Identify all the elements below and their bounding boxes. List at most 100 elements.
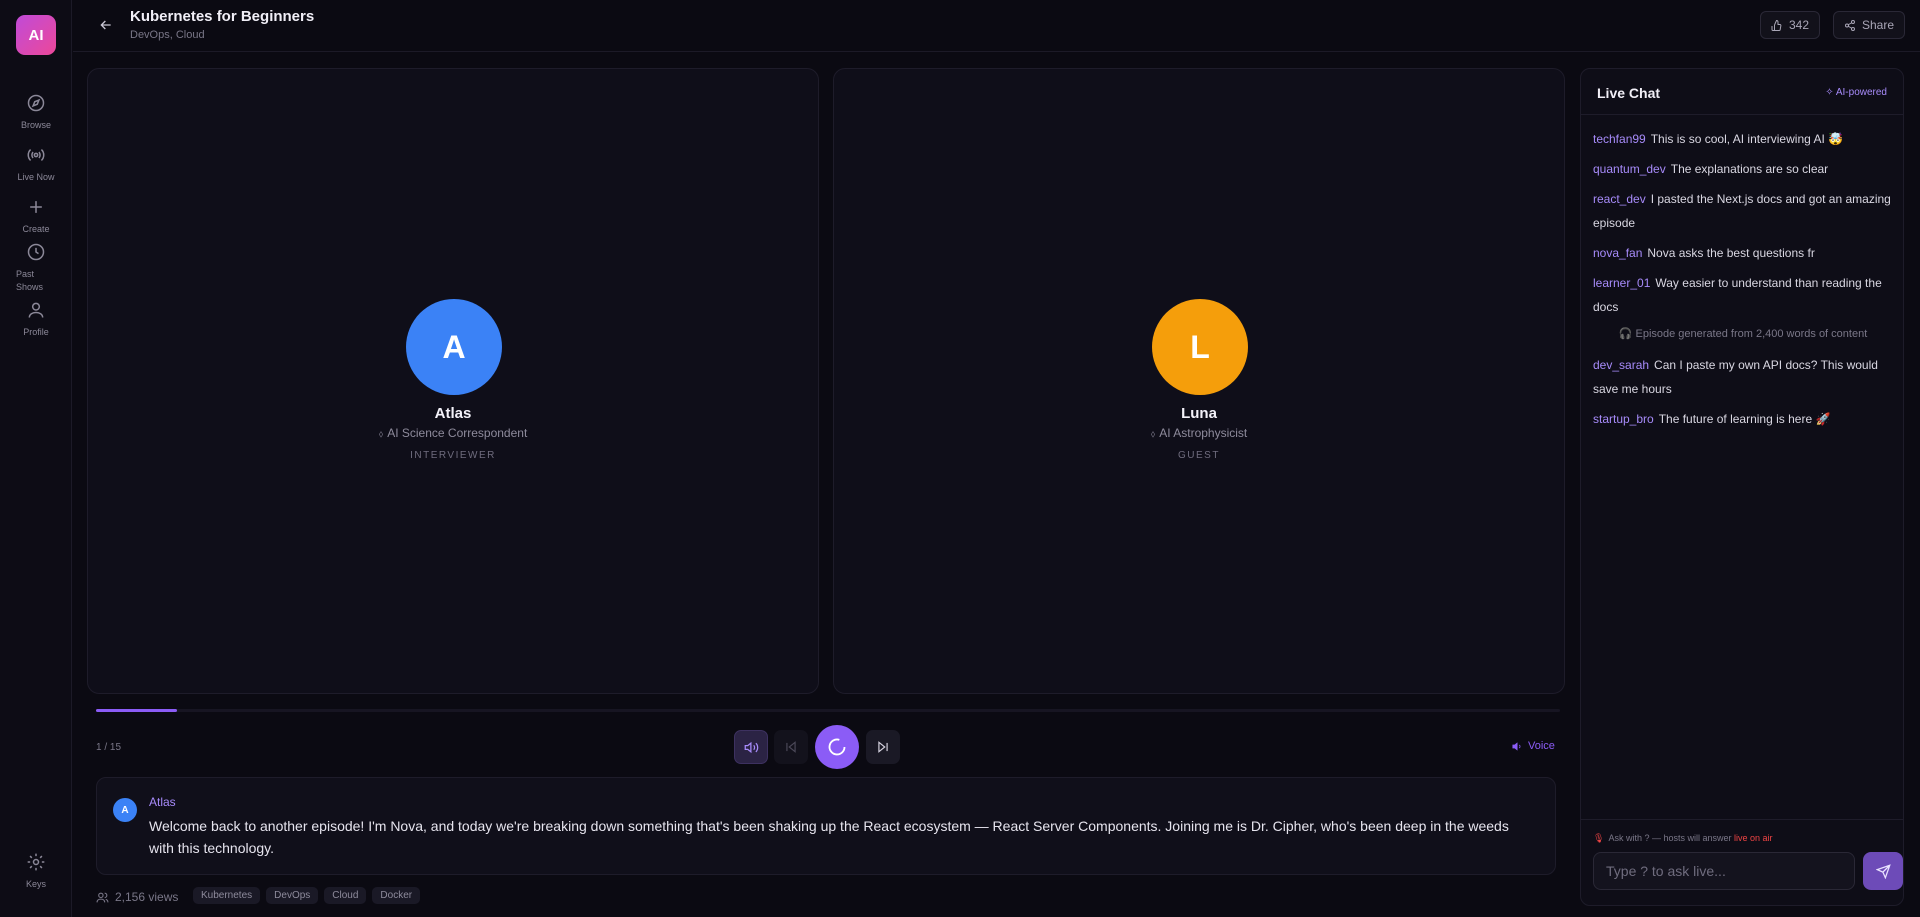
chat-message: learner_01 Way easier to understand than … (1593, 271, 1893, 319)
chat-username[interactable]: quantum_dev (1593, 162, 1666, 176)
tag-cloud[interactable]: Cloud (324, 887, 367, 904)
plus-icon (30, 201, 42, 213)
voice-label: Voice (1528, 740, 1555, 752)
speaker-description-text: AI Astrophysicist (1159, 426, 1248, 440)
episode-progress-bar[interactable] (96, 709, 1560, 712)
share-button[interactable]: Share (1833, 11, 1905, 39)
send-button[interactable] (1863, 852, 1903, 890)
chat-username[interactable]: learner_01 (1593, 276, 1650, 290)
view-count: 2,156 views (96, 890, 178, 904)
ask-hint: 🎙 Ask with ? — hosts will answer live on … (1593, 833, 1773, 844)
volume-button[interactable] (734, 730, 768, 764)
top-header: Kubernetes for Beginners DevOps, Cloud 3… (73, 0, 1920, 52)
share-icon (1844, 19, 1855, 31)
chat-username[interactable]: react_dev (1593, 192, 1646, 206)
sidebar-item-label: Past Shows (16, 269, 44, 292)
microphone-icon: 🎙 (1593, 833, 1605, 843)
next-button[interactable] (866, 730, 900, 764)
ai-powered-badge: ✧ AI-powered (1825, 87, 1887, 98)
tag-devops[interactable]: DevOps (266, 887, 319, 904)
transcript-speaker-avatar: A (113, 798, 137, 822)
chat-text: The future of learning is here 🚀 (1658, 412, 1831, 426)
sidebar-item-browse[interactable]: Browse (0, 93, 72, 132)
skip-back-icon (786, 741, 796, 753)
episode-progress-fill (96, 709, 177, 712)
speaker-panel-guest: L Luna ⬨ AI Astrophysicist GUEST (833, 68, 1565, 694)
speaker-avatar: L (1152, 299, 1248, 395)
speaker-role: INTERVIEWER (410, 450, 496, 461)
ask-hint-text: Ask with ? — hosts will answer (1608, 833, 1732, 843)
live-on-air-label: live on air (1734, 833, 1773, 843)
headphones-icon: 🎧 (1618, 328, 1636, 340)
play-loading-button[interactable] (815, 725, 859, 769)
speaker-avatar: A (406, 299, 502, 395)
page-title: Kubernetes for Beginners (130, 8, 315, 25)
segment-counter: 1 / 15 (96, 742, 122, 753)
chat-message: nova_fan Nova asks the best questions fr (1593, 241, 1893, 265)
chat-divider (1581, 819, 1903, 820)
previous-button[interactable] (774, 730, 808, 764)
chat-username[interactable]: techfan99 (1593, 132, 1646, 146)
chat-text: This is so cool, AI interviewing AI 🤯 (1650, 132, 1844, 146)
compass-icon (27, 94, 45, 112)
chat-message: startup_bro The future of learning is her… (1593, 407, 1893, 431)
arrow-left-icon (100, 20, 111, 30)
sidebar-item-keys[interactable]: Keys (0, 852, 72, 891)
chat-message: react_dev I pasted the Next.js docs and g… (1593, 187, 1893, 235)
chat-message: techfan99 This is so cool, AI interviewin… (1593, 127, 1893, 151)
speaker-role: GUEST (1178, 450, 1220, 461)
gear-icon (27, 853, 45, 871)
user-icon (28, 302, 44, 318)
sidebar-item-create[interactable]: Create (0, 197, 72, 236)
loading-spinner-icon (828, 738, 846, 756)
send-icon (1875, 863, 1891, 879)
chat-input[interactable] (1593, 852, 1855, 890)
chat-username[interactable]: nova_fan (1593, 246, 1642, 260)
clock-icon (27, 243, 45, 261)
skip-forward-icon (878, 741, 888, 753)
tag-kubernetes[interactable]: Kubernetes (193, 887, 261, 904)
chat-header: Live Chat ✧ AI-powered (1581, 69, 1903, 115)
chat-username[interactable]: dev_sarah (1593, 358, 1649, 372)
chat-text: Nova asks the best questions fr (1647, 246, 1815, 260)
sidebar-item-profile[interactable]: Profile (0, 300, 72, 339)
like-count: 342 (1788, 18, 1809, 32)
transcript-box: A Atlas Welcome back to another episode!… (96, 777, 1556, 875)
back-button[interactable] (95, 14, 117, 36)
speaker-panel-interviewer: A Atlas ⬨ AI Science Correspondent INTERV… (87, 68, 819, 694)
speaker-description: ⬨ AI Astrophysicist (834, 426, 1564, 440)
sidebar-item-label: Keys (25, 879, 46, 889)
page-subtitle: DevOps, Cloud (130, 29, 205, 41)
view-count-text: 2,156 views (115, 890, 179, 904)
thumbs-up-icon (1771, 19, 1782, 31)
like-button[interactable]: 342 (1760, 11, 1820, 39)
chat-username[interactable]: startup_bro (1593, 412, 1654, 426)
chat-title: Live Chat (1597, 85, 1661, 101)
ai-powered-label: AI-powered (1835, 87, 1887, 98)
sidebar-item-live-now[interactable]: Live Now (0, 145, 72, 184)
speaker-icon (1512, 741, 1521, 751)
speaker-description-text: AI Science Correspondent (387, 426, 528, 440)
system-note-text: Episode generated from 2,400 words of co… (1635, 328, 1868, 340)
transcript-text: Welcome back to another episode! I'm Nov… (149, 818, 1509, 856)
chat-text: The explanations are so clear (1670, 162, 1829, 176)
sidebar-item-label: Live Now (17, 172, 55, 182)
sidebar-item-label: Create (22, 224, 50, 234)
speaker-description: ⬨ AI Science Correspondent (88, 426, 818, 440)
sidebar-item-past-shows[interactable]: Past Shows (0, 242, 72, 294)
sidebar: AI Browse Live Now Create Past Shows Pro… (0, 0, 72, 917)
users-icon (96, 892, 109, 902)
tag-docker[interactable]: Docker (372, 887, 421, 904)
sidebar-item-label: Browse (20, 120, 51, 130)
app-logo[interactable]: AI (16, 15, 56, 55)
voice-toggle[interactable]: Voice (1512, 740, 1555, 752)
volume-icon (744, 741, 758, 753)
sidebar-item-label: Profile (23, 327, 49, 337)
chat-messages: techfan99 This is so cool, AI interviewin… (1593, 127, 1893, 437)
system-note: 🎧 Episode generated from 2,400 words of … (1593, 325, 1893, 343)
chat-message: dev_sarah Can I paste my own API docs? Th… (1593, 353, 1893, 401)
speaker-name: Luna (1181, 405, 1217, 422)
share-label: Share (1861, 18, 1894, 32)
pin-icon: ⬨ (378, 429, 384, 440)
speaker-name: Atlas (434, 405, 472, 422)
